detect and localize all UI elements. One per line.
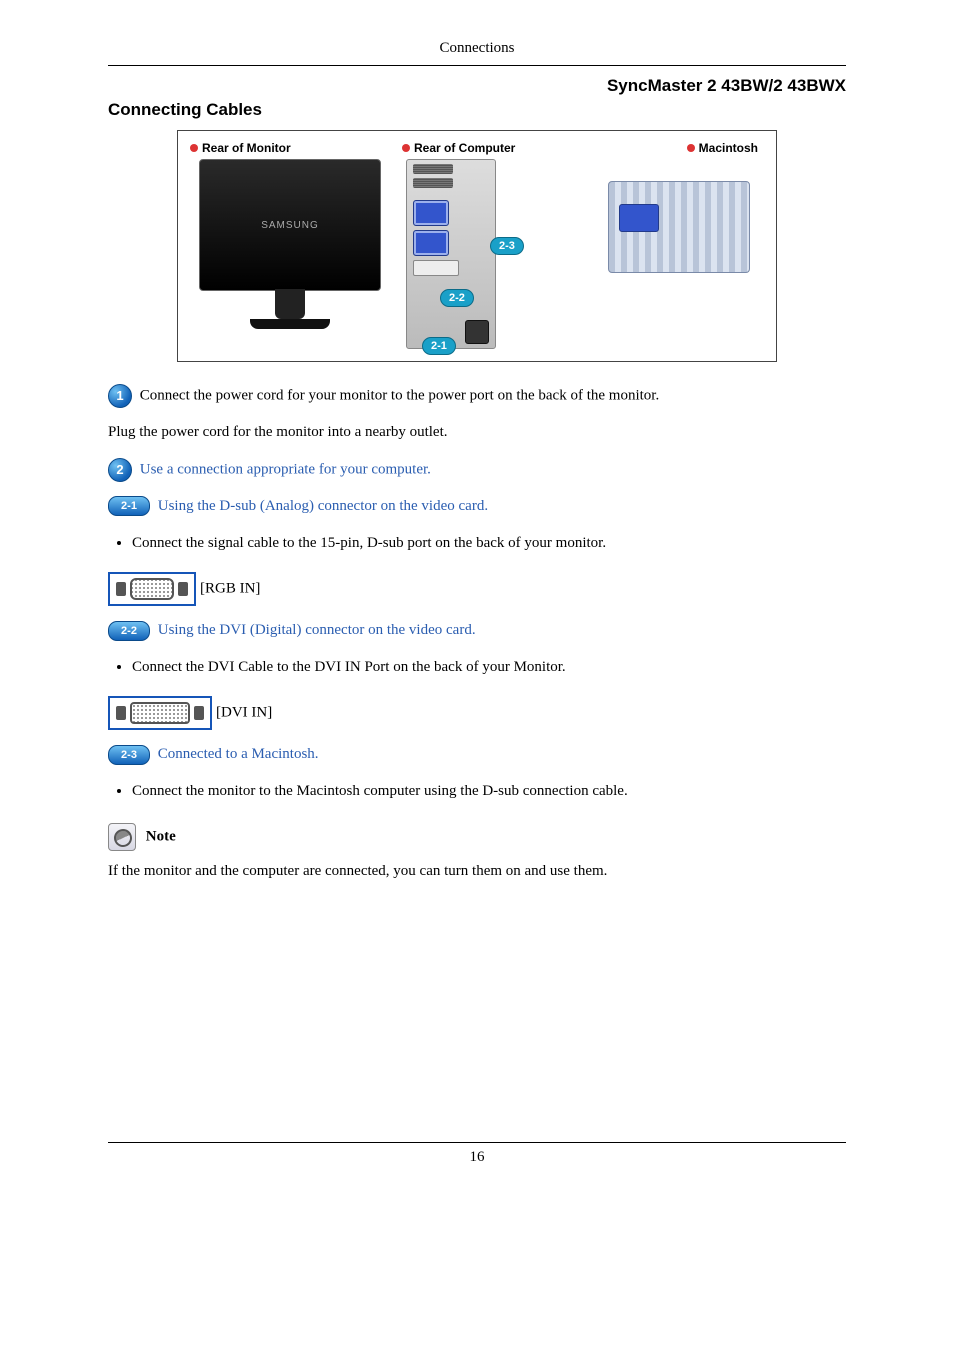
vent-graphic: [413, 164, 453, 174]
computer-panel-label-text: Rear of Computer: [414, 141, 515, 155]
step-2-1-line: 2-1 Using the D-sub (Analog) connector o…: [108, 496, 846, 518]
dvi-port-line: [DVI IN]: [108, 696, 846, 730]
step-2-2-bullet: Connect the DVI Cable to the DVI IN Port…: [132, 656, 846, 679]
step-1-line: 1 Connect the power cord for your monito…: [108, 384, 846, 408]
callout-2-3: 2-3: [490, 237, 524, 255]
step-2-1-bullet: Connect the signal cable to the 15-pin, …: [132, 532, 846, 555]
note-text: If the monitor and the computer are conn…: [108, 861, 846, 883]
bullet-icon: [190, 144, 198, 152]
step-2-3-line: 2-3 Connected to a Macintosh.: [108, 744, 846, 766]
monitor-stand-graphic: [275, 289, 305, 319]
step-2-3-bullet: Connect the monitor to the Macintosh com…: [132, 780, 846, 803]
step-2-text: Use a connection appropriate for your co…: [136, 461, 431, 477]
bullet-icon: [402, 144, 410, 152]
vga-port-graphic: [413, 230, 449, 256]
running-header: Connections: [108, 40, 846, 66]
step-2-3-icon: 2-3: [108, 745, 150, 765]
mac-vga-port-graphic: [619, 204, 659, 232]
mac-panel: Macintosh: [594, 141, 764, 273]
note-label: Note: [142, 828, 176, 844]
step-1-text: Connect the power cord for your monitor …: [136, 387, 659, 403]
model-heading: SyncMaster 2 43BW/2 43BWX: [108, 76, 846, 96]
monitor-panel-label: Rear of Monitor: [190, 141, 390, 155]
monitor-brand-text: SAMSUNG: [261, 220, 319, 231]
monitor-panel: Rear of Monitor SAMSUNG: [190, 141, 390, 329]
vga-port-graphic: [413, 200, 449, 226]
note-heading: Note: [108, 823, 846, 851]
step-2-2-line: 2-2 Using the DVI (Digital) connector on…: [108, 620, 846, 642]
mac-panel-label: Macintosh: [594, 141, 758, 155]
step-2-line: 2 Use a connection appropriate for your …: [108, 458, 846, 482]
rgb-port-label: [RGB IN]: [200, 580, 260, 596]
mac-panel-label-text: Macintosh: [699, 141, 758, 155]
dvi-port-label: [DVI IN]: [216, 705, 272, 721]
dvi-port-graphic: [413, 260, 459, 276]
step-2-3-text: Connected to a Macintosh.: [154, 746, 319, 762]
monitor-panel-label-text: Rear of Monitor: [202, 141, 291, 155]
power-port-graphic: [465, 320, 489, 344]
computer-panel-label: Rear of Computer: [402, 141, 582, 155]
step-2-1-icon: 2-1: [108, 496, 150, 516]
dvi-port-icon: [108, 696, 212, 730]
rgb-port-line: [RGB IN]: [108, 572, 846, 606]
step-2-1-text: Using the D-sub (Analog) connector on th…: [154, 498, 488, 514]
computer-rear-graphic: [406, 159, 496, 349]
vent-graphic: [413, 178, 453, 188]
step-2-2-text: Using the DVI (Digital) connector on the…: [154, 622, 476, 638]
bullet-icon: [687, 144, 695, 152]
step-2-2-icon: 2-2: [108, 621, 150, 641]
footer-rule: [108, 1142, 846, 1143]
monitor-rear-graphic: SAMSUNG: [199, 159, 381, 291]
rgb-port-icon: [108, 572, 196, 606]
step-1-follow: Plug the power cord for the monitor into…: [108, 422, 846, 444]
mac-rear-graphic: [608, 181, 750, 273]
page-number: 16: [108, 1149, 846, 1166]
step-2-icon: 2: [108, 458, 132, 482]
callout-2-2: 2-2: [440, 289, 474, 307]
note-icon: [108, 823, 136, 851]
section-title: Connecting Cables: [108, 100, 846, 120]
connection-diagram: Rear of Monitor SAMSUNG Rear of Computer: [108, 130, 846, 362]
step-1-icon: 1: [108, 384, 132, 408]
monitor-base-graphic: [250, 319, 330, 329]
callout-2-1: 2-1: [422, 337, 456, 355]
diagram-box: Rear of Monitor SAMSUNG Rear of Computer: [177, 130, 777, 362]
